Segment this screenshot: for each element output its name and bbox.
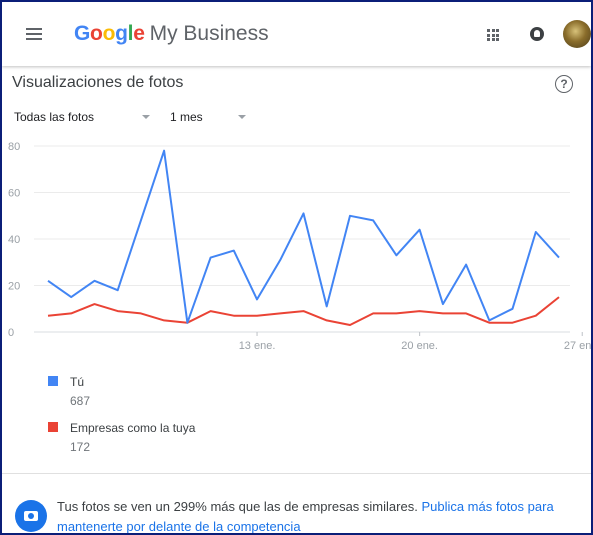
google-wordmark: Google — [74, 22, 145, 45]
footer-text: Tus fotos se ven un 299% más que las de … — [57, 499, 418, 514]
y-tick-label: 40 — [8, 234, 20, 246]
legend-total-similar: 172 — [70, 440, 91, 454]
y-tick-label: 20 — [8, 281, 20, 293]
photos-filter-value: Todas las fotos — [14, 110, 95, 124]
photos-filter-dropdown[interactable]: Todas las fotos — [14, 110, 150, 124]
x-tick-label: 13 ene. — [239, 340, 276, 352]
avatar[interactable] — [563, 20, 591, 48]
app-logo[interactable]: Google My Business — [74, 22, 269, 46]
period-filter-value: 1 mes — [170, 110, 203, 124]
x-tick-label: 27 ene. — [564, 340, 591, 352]
app-frame: Google My Business Visualizaciones de fot… — [0, 0, 593, 535]
y-tick-label: 0 — [8, 327, 14, 339]
legend-label-you: Tú — [70, 375, 85, 389]
legend-swatch-similar — [48, 422, 58, 432]
y-tick-label: 80 — [8, 141, 20, 153]
section-title: Visualizaciones de fotos — [12, 74, 184, 91]
period-filter-dropdown[interactable]: 1 mes — [170, 110, 246, 124]
x-tick-label: 20 ene. — [401, 340, 438, 352]
product-name: My Business — [149, 22, 269, 45]
menu-icon[interactable] — [26, 28, 42, 40]
legend-total-you: 687 — [70, 394, 91, 408]
top-app-bar: Google My Business — [2, 2, 591, 66]
camera-icon[interactable] — [15, 500, 47, 532]
chevron-down-icon — [142, 115, 150, 119]
series-line — [47, 149, 560, 324]
footer-divider — [2, 473, 591, 474]
photo-views-chart: 0 20 40 60 80 13 ene. 20 ene. 27 ene. — [8, 141, 591, 352]
legend-label-similar: Empresas como la tuya — [70, 421, 196, 435]
chevron-down-icon — [238, 115, 246, 119]
help-icon[interactable]: ? — [555, 75, 573, 93]
y-tick-label: 60 — [8, 188, 20, 200]
legend-swatch-you — [48, 376, 58, 386]
apps-grid-icon[interactable] — [487, 29, 499, 41]
footer-message: Tus fotos se ven un 299% más que las de … — [57, 497, 582, 533]
notifications-icon[interactable] — [530, 27, 544, 41]
